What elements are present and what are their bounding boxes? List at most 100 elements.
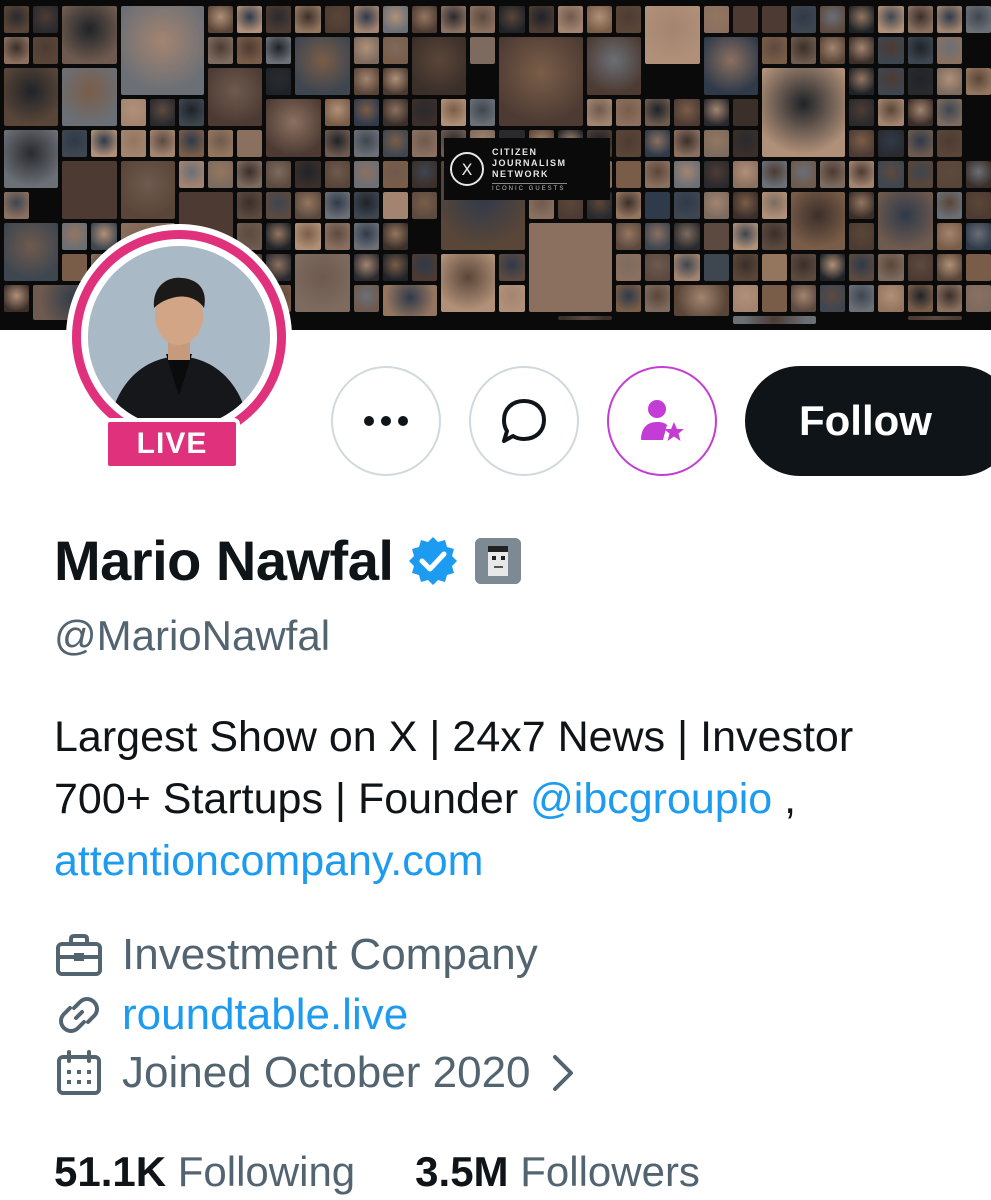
banner-photo-tile	[936, 254, 962, 281]
affiliate-avatar-icon[interactable]	[475, 537, 522, 584]
banner-photo-tile	[761, 68, 846, 157]
banner-photo-tile	[4, 68, 59, 126]
following-stat[interactable]: 51.1K Following	[54, 1148, 355, 1196]
more-button[interactable]	[331, 366, 441, 476]
profile-name-row: Mario Nawfal	[54, 528, 522, 593]
banner-photo-tile	[761, 161, 787, 188]
banner-photo-tile	[62, 68, 117, 126]
banner-photo-tile	[353, 130, 379, 157]
banner-photo-tile	[266, 223, 292, 250]
profile-joined[interactable]: Joined October 2020	[54, 1048, 577, 1098]
banner-photo-tile	[936, 161, 962, 188]
briefcase-icon	[56, 934, 102, 976]
banner-photo-tile	[878, 68, 904, 95]
banner-photo-tile	[353, 161, 379, 188]
banner-photo-tile	[820, 285, 846, 312]
banner-photo-tile	[907, 130, 933, 157]
following-count: 51.1K	[54, 1148, 167, 1195]
banner-photo-tile	[820, 161, 846, 188]
banner-photo-tile	[849, 37, 875, 64]
banner-photo-tile	[645, 223, 671, 250]
banner-photo-tile	[849, 99, 875, 126]
banner-photo-tile	[732, 254, 758, 281]
banner-photo-tile	[674, 130, 700, 157]
mention-link[interactable]: @ibcgroupio	[530, 775, 772, 823]
banner-photo-tile	[295, 223, 321, 250]
banner-photo-tile	[295, 37, 350, 95]
banner-photo-tile	[353, 37, 379, 64]
banner-photo-tile	[353, 68, 379, 95]
pixel-avatar-icon	[475, 537, 522, 584]
message-button[interactable]	[469, 366, 579, 476]
banner-brand-mark: X CITIZEN JOURNALISM NETWORK ICONIC GUES…	[444, 138, 610, 200]
banner-photo-tile	[936, 99, 962, 126]
banner-photo-tile	[33, 6, 59, 33]
banner-photo-tile	[266, 68, 292, 95]
subscribe-button[interactable]	[607, 366, 717, 476]
banner-photo-tile	[965, 6, 991, 33]
banner-photo-tile	[936, 192, 962, 219]
banner-photo-tile	[178, 99, 205, 126]
banner-photo-tile	[586, 6, 613, 33]
banner-photo-tile	[790, 37, 817, 64]
banner-photo-tile	[266, 6, 292, 33]
banner-photo-tile	[790, 161, 817, 188]
banner-photo-tile	[849, 130, 875, 157]
banner-photo-tile	[120, 99, 146, 126]
banner-photo-tile	[120, 161, 175, 219]
banner-photo-tile	[732, 192, 758, 219]
bio-website-link[interactable]: attentioncompany.com	[54, 830, 974, 892]
profile-stats: 51.1K Following 3.5M Followers	[54, 1148, 700, 1196]
banner-photo-tile	[849, 161, 875, 188]
banner-photo-tile	[645, 192, 671, 219]
banner-photo-tile	[324, 6, 350, 33]
banner-photo-tile	[907, 254, 933, 281]
banner-photo-tile	[382, 285, 438, 316]
avatar-border	[81, 239, 277, 435]
banner-photo-tile	[237, 192, 263, 219]
banner-photo-tile	[208, 161, 234, 188]
banner-photo-tile	[237, 130, 263, 157]
followers-stat[interactable]: 3.5M Followers	[415, 1148, 700, 1196]
banner-photo-tile	[732, 99, 758, 126]
banner-photo-tile	[849, 285, 875, 312]
banner-photo-tile	[849, 254, 875, 281]
live-badge[interactable]: LIVE	[104, 418, 240, 470]
banner-photo-tile	[645, 285, 671, 312]
banner-photo-tile	[790, 254, 817, 281]
banner-photo-tile	[586, 37, 642, 95]
banner-photo-tile	[965, 68, 991, 95]
bio-line-2-text: 700+ Startups | Founder	[54, 775, 531, 823]
banner-photo-tile	[878, 130, 904, 157]
calendar-icon	[57, 1050, 101, 1095]
follow-button[interactable]: Follow	[745, 366, 991, 476]
chevron-right-icon	[552, 1055, 573, 1091]
banner-photo-tile	[645, 161, 671, 188]
banner-photo-tile	[907, 316, 962, 320]
banner-photo-tile	[703, 99, 729, 126]
banner-photo-tile	[674, 254, 700, 281]
banner-photo-tile	[645, 6, 700, 64]
banner-photo-tile	[936, 130, 962, 157]
banner-photo-tile	[936, 37, 962, 64]
banner-photo-tile	[878, 99, 904, 126]
banner-photo-tile	[441, 254, 496, 312]
banner-photo-tile	[616, 130, 642, 157]
banner-photo-tile	[237, 6, 263, 33]
website-link[interactable]: roundtable.live	[122, 990, 408, 1040]
banner-photo-tile	[324, 130, 350, 157]
banner-photo-tile	[732, 6, 758, 33]
avatar-container[interactable]	[66, 224, 292, 450]
display-name: Mario Nawfal	[54, 529, 394, 592]
verified-badge-icon[interactable]	[407, 535, 459, 587]
banner-photo-tile	[295, 161, 321, 188]
banner-photo-tile	[616, 285, 642, 312]
bio-line-2-tail: ,	[772, 775, 797, 823]
brand-line-1: CITIZEN	[492, 146, 538, 157]
banner-photo-tile	[4, 6, 30, 33]
banner-photo-tile	[412, 254, 438, 281]
banner-photo-tile	[761, 192, 787, 219]
banner-photo-tile	[907, 37, 933, 64]
banner-photo-tile	[237, 161, 263, 188]
banner-photo-tile	[732, 316, 817, 324]
